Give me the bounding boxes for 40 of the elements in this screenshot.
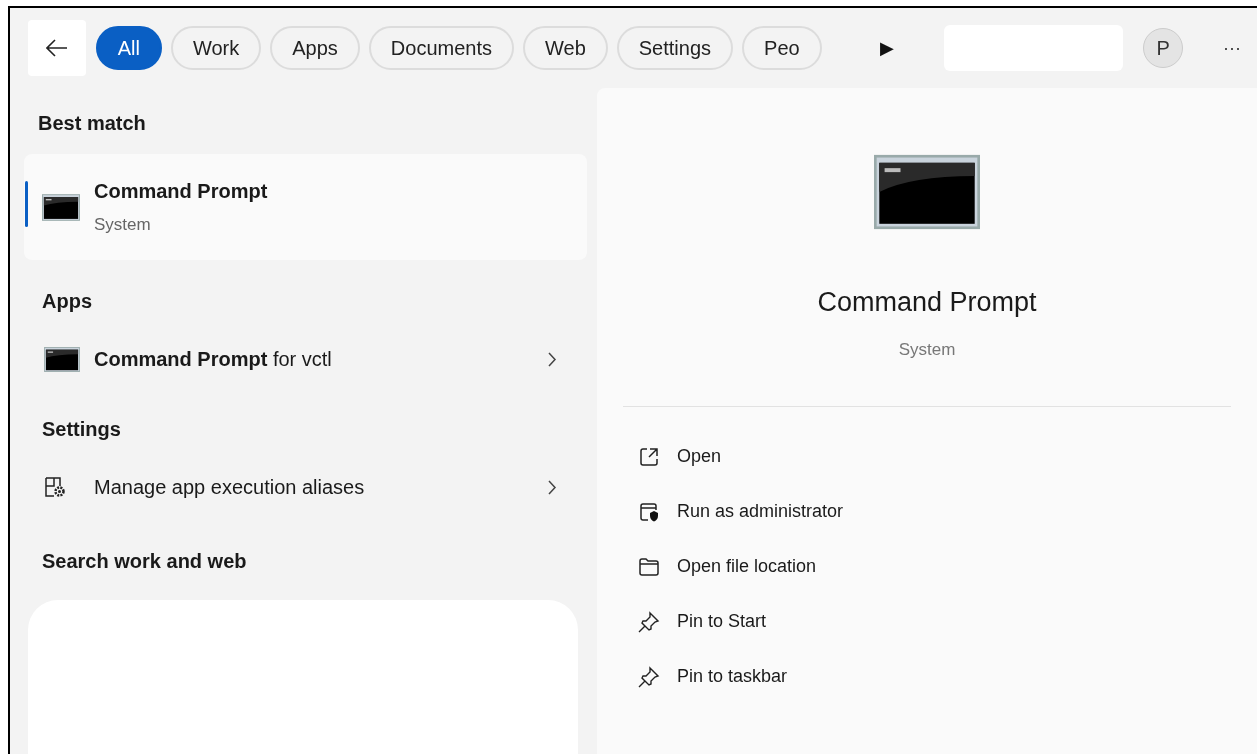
action-item[interactable]: Run as administrator — [637, 484, 844, 539]
action-item[interactable]: Open — [637, 429, 844, 484]
back-button[interactable] — [28, 20, 86, 76]
profile-avatar[interactable]: P — [1143, 28, 1183, 68]
section-header: Search work and web — [42, 549, 248, 574]
external-link-icon — [639, 446, 659, 467]
more-options-button[interactable]: ··· — [1223, 34, 1241, 62]
action-item[interactable]: Open file location — [637, 539, 844, 594]
filter-tab[interactable]: Peo — [742, 26, 822, 70]
back-arrow-icon — [45, 39, 68, 57]
shield-window-icon — [639, 501, 659, 522]
filter-tab[interactable]: Documents — [368, 26, 514, 70]
section-header: Apps — [42, 289, 93, 314]
chevron-right-icon — [548, 351, 557, 367]
console-icon — [44, 346, 80, 372]
settings-app-icon — [44, 476, 66, 498]
action-item[interactable]: Pin to taskbar — [637, 649, 844, 704]
pin-icon — [638, 665, 660, 688]
action-item[interactable]: Pin to Start — [637, 594, 844, 649]
more-filters-button[interactable]: ▶ — [880, 34, 895, 62]
result-row[interactable]: Manage app execution aliases — [24, 458, 587, 516]
filter-tab[interactable]: Web — [523, 26, 608, 70]
result-row[interactable]: Command Prompt for vctl — [24, 330, 587, 388]
result-subtitle: System — [94, 214, 152, 237]
folder-icon — [639, 557, 659, 576]
app-title: Command Prompt — [817, 286, 1037, 319]
filter-tab[interactable]: Work — [170, 26, 262, 70]
app-subtitle: System — [898, 338, 956, 361]
pin-icon — [638, 610, 660, 633]
section-header: Best match — [38, 111, 147, 136]
filter-tab[interactable]: All — [95, 26, 162, 70]
result-title: Manage app execution aliases — [94, 475, 366, 500]
chevron-right-icon — [548, 479, 557, 495]
filter-tab[interactable]: Settings — [616, 26, 734, 70]
section-header: Settings — [42, 417, 122, 442]
result-title: Command Prompt for vctl — [94, 347, 333, 372]
filter-tab[interactable]: Apps — [270, 26, 360, 70]
best-match-result[interactable]: Command Prompt System — [24, 154, 587, 260]
result-title: Command Prompt — [94, 179, 268, 205]
console-icon — [42, 193, 80, 221]
